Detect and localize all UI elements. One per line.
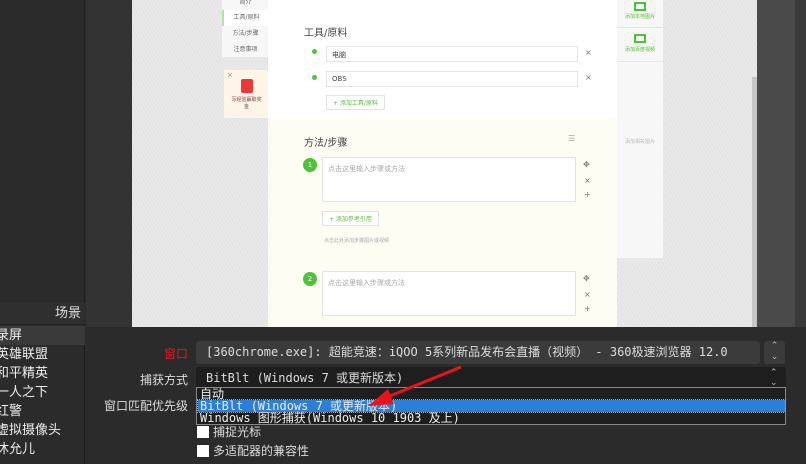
- arrow-shaft: [385, 367, 461, 398]
- red-arrow-annotation: [0, 0, 806, 464]
- arrow-head: [368, 389, 394, 406]
